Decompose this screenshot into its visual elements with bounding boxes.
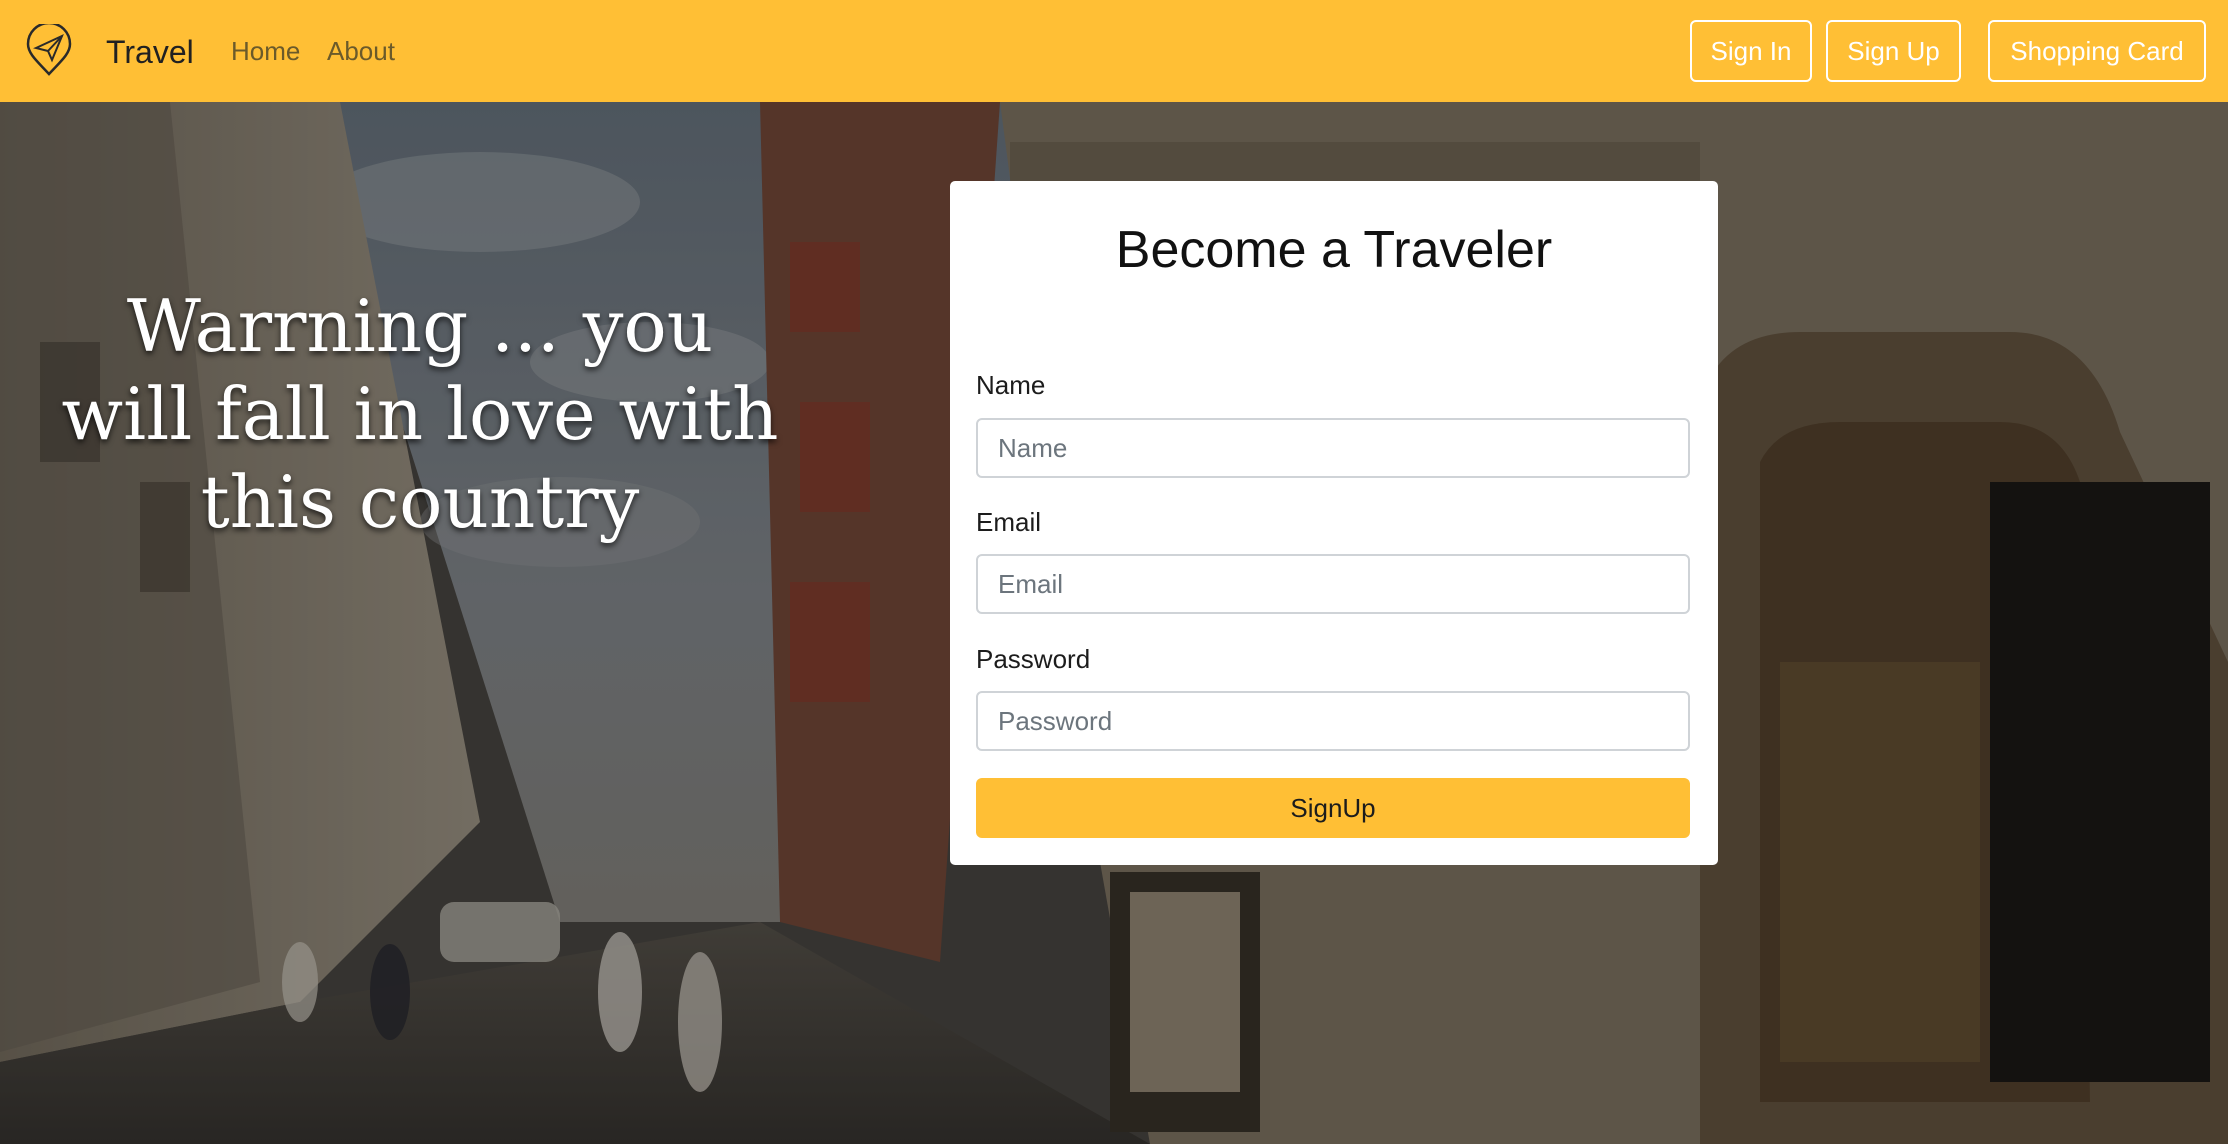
nav-link-about[interactable]: About [327,32,395,70]
sign-up-button[interactable]: Sign Up [1826,20,1961,82]
name-input[interactable] [976,418,1690,478]
shopping-cart-button[interactable]: Shopping Card [1988,20,2206,82]
password-label: Password [976,644,1091,674]
hero-headline: Warrning ... you will fall in love with … [61,284,779,544]
nav-link-home[interactable]: Home [231,32,300,70]
navbar: Travel Home About Sign In Sign Up Shoppi… [0,0,2228,102]
email-input[interactable] [976,554,1690,614]
password-input[interactable] [976,691,1690,751]
signup-card: Become a Traveler Name Email Password Si… [950,181,1718,865]
sign-in-button[interactable]: Sign In [1690,20,1812,82]
brand-title[interactable]: Travel [106,30,194,74]
signup-submit-button[interactable]: SignUp [976,778,1690,838]
email-label: Email [976,507,1042,537]
paper-plane-pin-icon[interactable] [22,24,76,78]
signup-title: Become a Traveler [1115,221,1553,279]
name-label: Name [976,370,1046,400]
